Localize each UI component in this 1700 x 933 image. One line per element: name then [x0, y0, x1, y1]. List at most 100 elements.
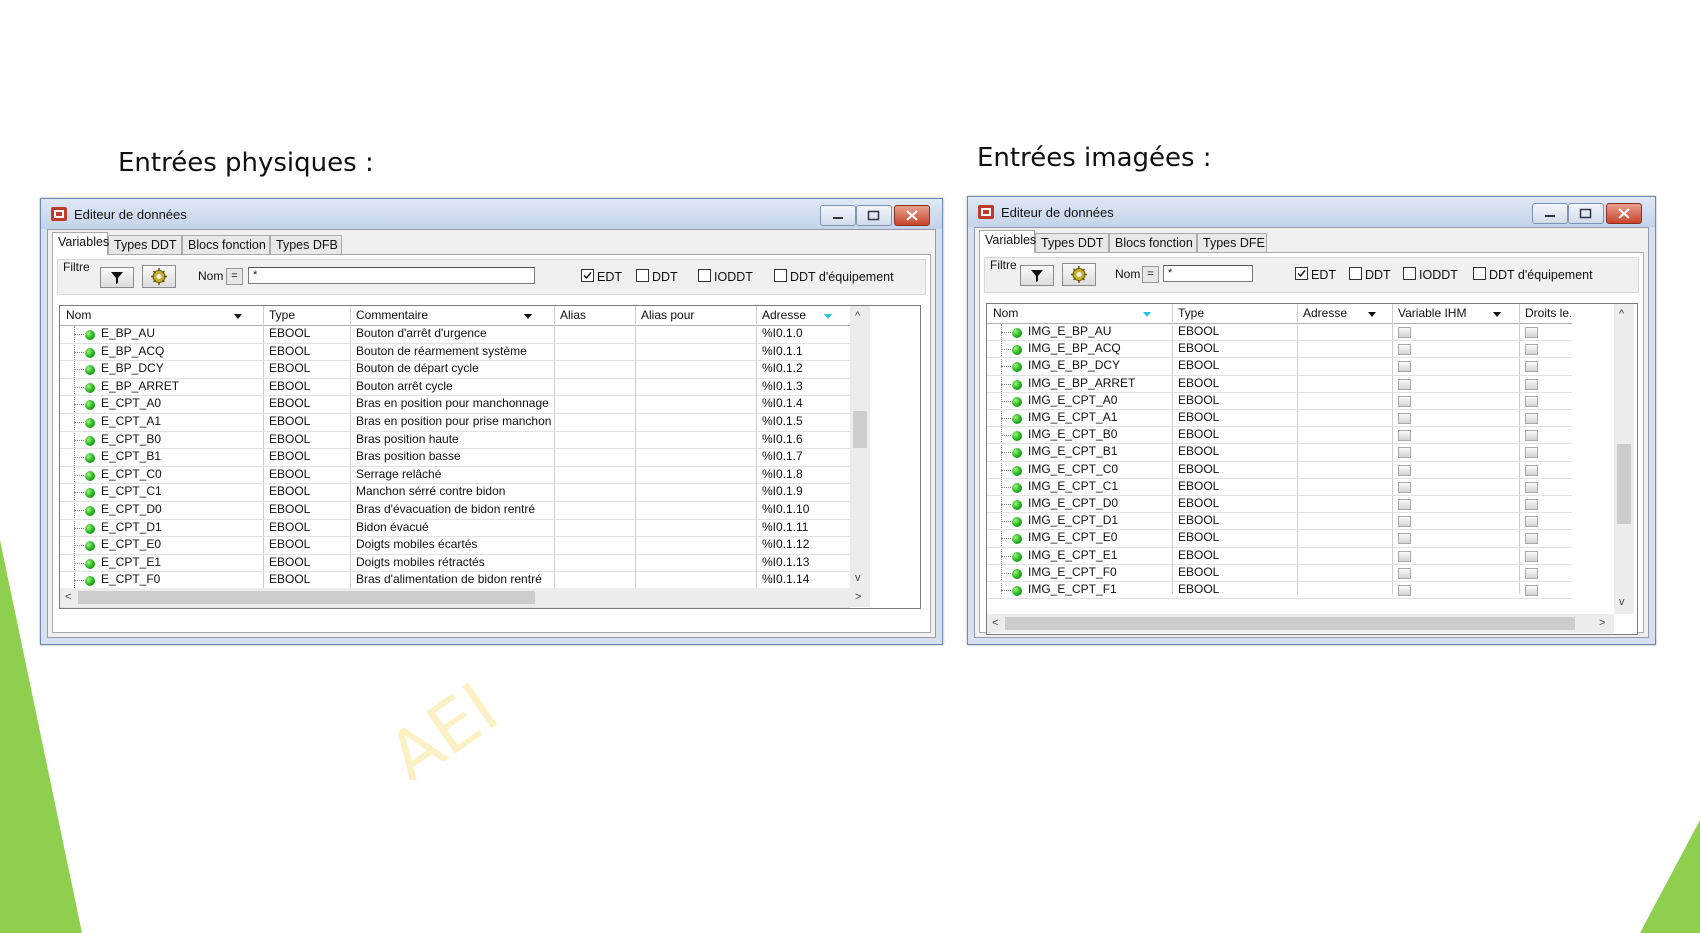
hmi-variable-checkbox[interactable]: [1398, 550, 1411, 562]
column-nom-header[interactable]: Nom: [993, 304, 1018, 323]
checkbox-unchecked-icon[interactable]: [636, 269, 649, 282]
vertical-scrollbar[interactable]: ^ v: [850, 306, 870, 588]
column-droits-header[interactable]: Droits le.: [1525, 304, 1572, 323]
table-row[interactable]: IMG_E_BP_DCY EBOOL: [987, 358, 1572, 376]
checkbox-unchecked-icon[interactable]: [1473, 267, 1486, 280]
table-row[interactable]: IMG_E_BP_ACQ EBOOL: [987, 341, 1572, 359]
table-row[interactable]: IMG_E_CPT_B1 EBOOL: [987, 444, 1572, 462]
access-rights-checkbox[interactable]: [1525, 447, 1538, 459]
tab-variables[interactable]: Variables: [52, 232, 109, 255]
hmi-variable-checkbox[interactable]: [1398, 567, 1411, 579]
table-row[interactable]: E_CPT_D0 EBOOL Bras d'évacuation de bidon …: [60, 502, 850, 520]
nom-filter-input[interactable]: *: [1163, 265, 1253, 282]
scroll-down-arrow[interactable]: v: [855, 572, 861, 584]
filter-checkbox-edt[interactable]: EDT: [581, 269, 622, 285]
tab-blocs-fonction[interactable]: Blocs fonction: [182, 235, 270, 254]
vertical-scrollbar[interactable]: ^ v: [1614, 304, 1634, 614]
horizontal-scrollbar[interactable]: < >: [987, 614, 1614, 633]
table-row[interactable]: E_BP_DCY EBOOL Bouton de départ cycle %I0.1…: [60, 361, 850, 379]
table-row[interactable]: IMG_E_CPT_A1 EBOOL: [987, 410, 1572, 428]
scroll-left-arrow[interactable]: <: [65, 591, 71, 603]
checkbox-unchecked-icon[interactable]: [1403, 267, 1416, 280]
table-row[interactable]: E_CPT_E1 EBOOL Doigts mobiles rétractés %I0…: [60, 555, 850, 573]
vertical-scroll-thumb[interactable]: [1617, 444, 1631, 524]
checkbox-checked-icon[interactable]: [1295, 267, 1308, 280]
filter-checkbox-ioddt[interactable]: IODDT: [1403, 267, 1458, 283]
table-row[interactable]: IMG_E_CPT_C0 EBOOL: [987, 462, 1572, 479]
access-rights-checkbox[interactable]: [1525, 533, 1538, 545]
table-row[interactable]: E_CPT_D1 EBOOL Bidon évacué %I0.1.11: [60, 520, 850, 538]
horizontal-scroll-thumb[interactable]: [78, 591, 535, 604]
right-window-titlebar[interactable]: Editeur de données: [968, 197, 1655, 227]
hmi-variable-checkbox[interactable]: [1398, 378, 1411, 390]
table-row[interactable]: E_CPT_B0 EBOOL Bras position haute %I0.1.6: [60, 432, 850, 450]
hmi-variable-checkbox[interactable]: [1398, 499, 1411, 510]
table-row[interactable]: IMG_E_CPT_D1 EBOOL: [987, 513, 1572, 531]
table-row[interactable]: E_CPT_C0 EBOOL Serrage relâché %I0.1.8: [60, 467, 850, 485]
hmi-variable-checkbox[interactable]: [1398, 430, 1411, 442]
nom-equals-button[interactable]: =: [1142, 266, 1159, 283]
column-nom-header[interactable]: Nom: [66, 306, 91, 325]
filter-settings-button[interactable]: [142, 265, 176, 288]
scroll-up-arrow[interactable]: ^: [855, 310, 860, 322]
table-row[interactable]: IMG_E_CPT_E1 EBOOL: [987, 548, 1572, 565]
hmi-variable-checkbox[interactable]: [1398, 413, 1411, 424]
hmi-variable-checkbox[interactable]: [1398, 447, 1411, 459]
table-row[interactable]: IMG_E_CPT_B0 EBOOL: [987, 427, 1572, 445]
access-rights-checkbox[interactable]: [1525, 361, 1538, 373]
vertical-scroll-thumb[interactable]: [853, 411, 867, 448]
access-rights-checkbox[interactable]: [1525, 344, 1538, 356]
hmi-variable-checkbox[interactable]: [1398, 481, 1411, 493]
tab-types-ddt[interactable]: Types DDT: [1035, 233, 1109, 252]
minimize-button[interactable]: [1532, 203, 1568, 224]
left-window-titlebar[interactable]: Editeur de données: [41, 199, 942, 229]
table-row[interactable]: E_CPT_A0 EBOOL Bras en position pour manch…: [60, 396, 850, 414]
column-variable-ihm-header[interactable]: Variable IHM: [1398, 304, 1466, 323]
access-rights-checkbox[interactable]: [1525, 516, 1538, 528]
column-adresse-header[interactable]: Adresse: [762, 306, 806, 325]
column-alias-header[interactable]: Alias: [560, 306, 586, 325]
table-row[interactable]: E_BP_ACQ EBOOL Bouton de réarmement systèm…: [60, 344, 850, 362]
hmi-variable-checkbox[interactable]: [1398, 395, 1411, 407]
checkbox-unchecked-icon[interactable]: [1349, 267, 1362, 280]
close-button[interactable]: [894, 205, 930, 226]
tab-types-ddt[interactable]: Types DDT: [108, 235, 182, 254]
access-rights-checkbox[interactable]: [1525, 567, 1538, 579]
nom-filter-input[interactable]: *: [248, 267, 535, 284]
column-alias-pour-header[interactable]: Alias pour: [641, 306, 694, 325]
table-row[interactable]: IMG_E_CPT_F0 EBOOL: [987, 565, 1572, 582]
access-rights-checkbox[interactable]: [1525, 481, 1538, 493]
scroll-up-arrow[interactable]: ^: [1619, 308, 1624, 320]
access-rights-checkbox[interactable]: [1525, 550, 1538, 562]
checkbox-checked-icon[interactable]: [581, 269, 594, 282]
access-rights-checkbox[interactable]: [1525, 499, 1538, 510]
horizontal-scroll-thumb[interactable]: [1005, 617, 1575, 630]
access-rights-checkbox[interactable]: [1525, 464, 1538, 476]
hmi-variable-checkbox[interactable]: [1398, 361, 1411, 373]
access-rights-checkbox[interactable]: [1525, 395, 1538, 407]
filter-apply-button[interactable]: [100, 267, 134, 288]
column-type-header[interactable]: Type: [1178, 304, 1204, 323]
hmi-variable-checkbox[interactable]: [1398, 344, 1411, 356]
access-rights-checkbox[interactable]: [1525, 378, 1538, 390]
close-button[interactable]: [1606, 203, 1642, 224]
checkbox-unchecked-icon[interactable]: [698, 269, 711, 282]
hmi-variable-checkbox[interactable]: [1398, 533, 1411, 545]
hmi-variable-checkbox[interactable]: [1398, 464, 1411, 476]
table-row[interactable]: E_BP_AU EBOOL Bouton d'arrêt d'urgence %I0.…: [60, 326, 850, 344]
tab-variables[interactable]: Variables: [979, 230, 1036, 253]
horizontal-scrollbar[interactable]: < >: [60, 588, 870, 607]
table-row[interactable]: IMG_E_BP_ARRET EBOOL: [987, 376, 1572, 393]
table-row[interactable]: E_CPT_A1 EBOOL Bras en position pour prise…: [60, 414, 850, 432]
filter-checkbox-ioddt[interactable]: IODDT: [698, 269, 753, 285]
column-type-header[interactable]: Type: [269, 306, 295, 325]
nom-equals-button[interactable]: =: [226, 268, 243, 285]
access-rights-checkbox[interactable]: [1525, 585, 1538, 596]
table-row[interactable]: IMG_E_CPT_E0 EBOOL: [987, 530, 1572, 548]
filter-checkbox-edt[interactable]: EDT: [1295, 267, 1336, 283]
checkbox-unchecked-icon[interactable]: [774, 269, 787, 282]
table-row[interactable]: IMG_E_BP_AU EBOOL: [987, 324, 1572, 342]
tab-blocs-fonction[interactable]: Blocs fonction: [1109, 233, 1197, 252]
hmi-variable-checkbox[interactable]: [1398, 585, 1411, 596]
filter-checkbox-ddt[interactable]: DDT: [636, 269, 678, 285]
